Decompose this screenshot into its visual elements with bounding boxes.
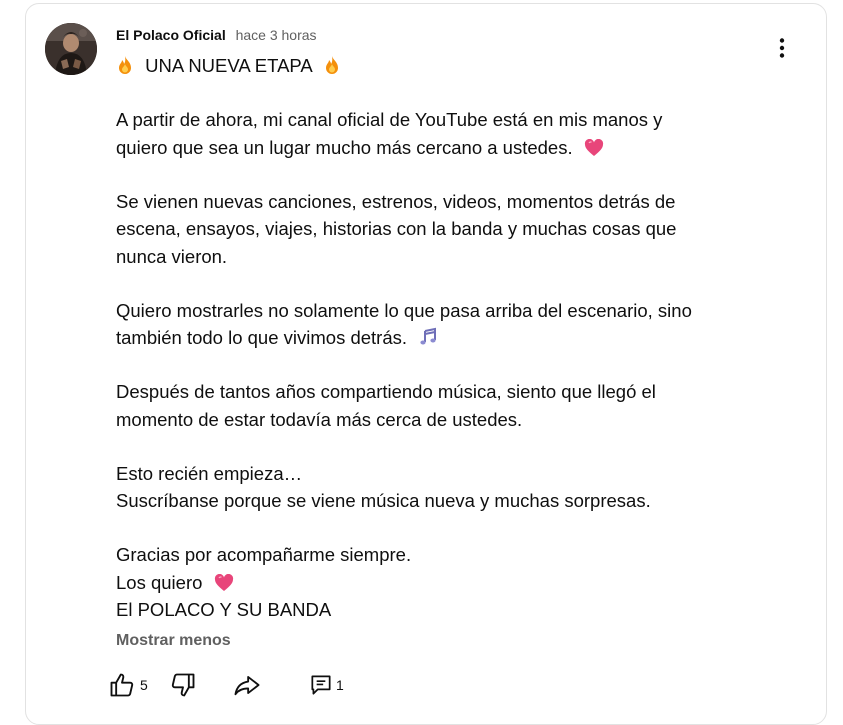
post-text: UNA NUEVA ETAPA A partir de ahora, mi ca… bbox=[116, 52, 756, 624]
like-count: 5 bbox=[140, 677, 148, 693]
post-line: quiero que sea un lugar mucho más cercan… bbox=[116, 136, 573, 158]
post-line: nunca vieron. bbox=[116, 245, 228, 267]
action-bar: 5 1 bbox=[108, 668, 368, 702]
post-line-with-heart: Los quiero bbox=[116, 569, 756, 597]
post-line: Esto recién empieza… bbox=[116, 462, 303, 484]
share-icon bbox=[234, 676, 260, 696]
post-line: escena, ensayos, viajes, historias con l… bbox=[116, 218, 677, 239]
post-line: Gracias por acompañarme siempre. bbox=[116, 544, 412, 565]
heart-emoji-icon bbox=[214, 572, 234, 600]
post-line: Después de tantos años compartiendo músi… bbox=[116, 381, 656, 402]
post-line: momento de estar todavía más cerca de us… bbox=[116, 408, 523, 430]
fire-emoji-icon bbox=[323, 55, 341, 83]
thumb-down-icon bbox=[171, 673, 195, 697]
post-title-line: UNA NUEVA ETAPA bbox=[116, 52, 756, 80]
avatar-image bbox=[45, 23, 97, 75]
show-less-button[interactable]: Mostrar menos bbox=[116, 632, 231, 650]
comment-count: 1 bbox=[336, 677, 344, 693]
post-line-with-heart: quiero que sea un lugar mucho más cercan… bbox=[116, 134, 756, 162]
thumb-up-icon bbox=[110, 673, 134, 697]
share-button[interactable] bbox=[232, 668, 262, 702]
post-line: A partir de ahora, mi canal oficial de Y… bbox=[116, 109, 663, 130]
fire-emoji-icon bbox=[116, 55, 134, 83]
like-button[interactable]: 5 bbox=[108, 668, 148, 702]
post-line: El POLACO Y SU BANDA bbox=[116, 599, 332, 620]
more-vert-icon bbox=[779, 38, 785, 58]
post-time[interactable]: hace 3 horas bbox=[236, 27, 317, 43]
post-title: UNA NUEVA ETAPA bbox=[145, 55, 312, 76]
post-line: Los quiero bbox=[116, 571, 203, 593]
dislike-button[interactable] bbox=[169, 668, 197, 702]
post-line: también todo lo que vivimos detrás. bbox=[116, 327, 408, 348]
comment-icon bbox=[311, 675, 331, 695]
author-name[interactable]: El Polaco Oficial bbox=[116, 27, 226, 43]
avatar[interactable] bbox=[45, 23, 97, 75]
comment-button[interactable]: 1 bbox=[308, 668, 344, 702]
music-notes-emoji-icon bbox=[418, 327, 438, 355]
heart-emoji-icon bbox=[584, 137, 604, 165]
post-line: Quiero mostrarles no solamente lo que pa… bbox=[116, 299, 692, 321]
more-options-button[interactable] bbox=[770, 36, 794, 60]
post-line: Se vienen nuevas canciones, estrenos, vi… bbox=[116, 190, 676, 212]
post-line-with-music: también todo lo que vivimos detrás. bbox=[116, 324, 756, 352]
post-header: El Polaco Oficial hace 3 horas bbox=[116, 26, 317, 44]
post-line: Suscríbanse porque se viene música nueva… bbox=[116, 490, 651, 511]
